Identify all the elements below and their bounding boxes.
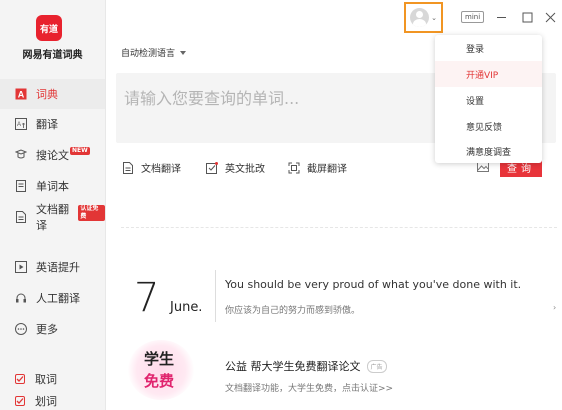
user-avatar-button[interactable]: ⌄ [404,2,443,33]
select-word-toggle[interactable]: 划词 [15,393,57,409]
sidebar-item-wordbook[interactable]: 单词本 [0,171,105,201]
sidebar-item-label: 单词本 [36,180,69,193]
svg-text:A: A [18,90,25,100]
sidebar-item-translate[interactable]: A 翻译 [0,109,105,139]
minimize-button[interactable] [494,10,508,24]
menu-item-feedback[interactable]: 意见反馈 [435,113,542,139]
daily-day: 7 [134,275,160,321]
minimize-icon [496,16,506,18]
document-translate-tool[interactable]: 文档翻译 [122,160,181,175]
sidebar-item-label: 搜论文 [36,149,69,162]
ad-image-text: 学生 [144,350,175,368]
document-translate-icon [123,161,133,174]
ad-description[interactable]: 文档翻译功能，大学生免费，点击认证>> [225,381,393,394]
sidebar-item-label: 人工翻译 [36,292,80,305]
ad-title[interactable]: 公益 帮大学生免费翻译论文 广告 [225,358,387,374]
new-badge: NEW [70,147,90,155]
user-menu: 登录 开通VIP 设置 意见反馈 满意度调查 [435,35,542,163]
document-icon [15,211,27,223]
menu-item-survey[interactable]: 满意度调查 [435,138,542,164]
close-button[interactable] [543,10,557,24]
more-icon [15,323,27,335]
ad-image[interactable]: 学生 免费 [128,340,194,400]
english-correction-icon [206,161,218,174]
chevron-down-icon: ⌄ [431,13,437,22]
language-select-label: 自动检测语言 [121,49,176,59]
maximize-button[interactable] [520,10,534,24]
sidebar: 有道 网易有道词典 A 词典 A 翻译 搜论文 NEW 单词本 文档翻译 认证免… [0,0,106,410]
avatar-icon [410,8,430,27]
daily-sentence-en[interactable]: You should be very proud of what you've … [225,278,521,291]
play-icon [15,261,27,273]
sidebar-item-label: 翻译 [36,118,58,131]
menu-item-vip[interactable]: 开通VIP [435,61,542,87]
app-name: 网易有道词典 [22,50,83,61]
next-arrow-icon[interactable]: › [553,303,556,312]
sidebar-item-human-translate[interactable]: 人工翻译 [0,283,105,313]
capture-word-toggle[interactable]: 取词 [15,371,57,387]
ad-title-text: 公益 帮大学生免费翻译论文 [225,360,361,373]
tool-label: 截屏翻译 [307,164,347,175]
chevron-down-icon [180,50,187,55]
select-word-label: 划词 [35,395,57,408]
language-select[interactable]: 自动检测语言 [121,46,187,59]
english-correction-tool[interactable]: 英文批改 [206,160,265,175]
menu-item-settings[interactable]: 设置 [435,87,542,113]
logo-text: 有道 [39,24,58,35]
search-placeholder: 请输入您要查询的单词... [124,89,300,108]
screenshot-translate-tool[interactable]: 截屏翻译 [288,160,347,175]
sidebar-item-label: 文档翻译 [36,203,69,232]
sidebar-item-label: 词典 [36,88,58,101]
translate-icon: A [15,118,27,130]
capture-word-label: 取词 [35,373,57,386]
sidebar-item-dictionary[interactable]: A 词典 [0,79,105,109]
free-badge: 认证免费 [78,205,105,221]
tool-label: 文档翻译 [141,164,181,175]
svg-text:A: A [17,122,21,128]
ad-tag: 广告 [366,359,387,373]
check-icon [16,398,24,404]
maximize-icon [522,12,532,22]
daily-separator [215,270,216,322]
content-divider [121,227,557,228]
sidebar-item-more[interactable]: 更多 [0,314,105,344]
daily-month: June. [170,300,203,315]
close-icon [545,12,555,22]
sidebar-item-label: 更多 [36,323,58,336]
paper-search-icon [15,149,27,161]
app-logo: 有道 [36,15,62,41]
ad-image-text: 免费 [144,372,175,390]
headset-icon [15,292,27,304]
check-icon [16,376,24,382]
mini-mode-button[interactable]: mini [461,11,485,23]
screenshot-translate-icon [288,162,300,173]
wordbook-icon [15,180,27,192]
sidebar-item-label: 英语提升 [36,261,80,274]
menu-item-login[interactable]: 登录 [435,35,542,61]
capture-word-checkbox[interactable] [15,374,25,384]
tool-label: 英文批改 [225,164,265,175]
sidebar-item-english-improve[interactable]: 英语提升 [0,252,105,282]
daily-sentence-zh: 你应该为自己的努力而感到骄傲。 [225,306,361,316]
select-word-checkbox[interactable] [15,396,25,406]
sidebar-item-paper-search[interactable]: 搜论文 NEW [0,140,105,170]
sidebar-item-document-translate[interactable]: 文档翻译 认证免费 [0,202,105,232]
dictionary-icon: A [15,88,27,100]
